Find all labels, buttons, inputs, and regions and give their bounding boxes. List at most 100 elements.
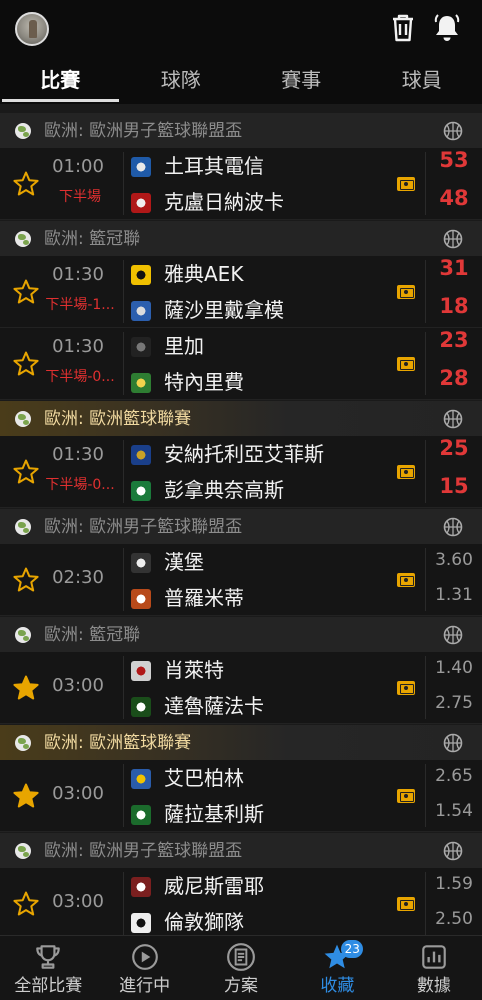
match-row[interactable]: 01:30 下半場-0... 安納托利亞艾菲斯 彭拿典奈高斯 25 15 bbox=[0, 436, 482, 508]
away-odd[interactable]: 1.31 bbox=[426, 585, 482, 605]
match-time: 01:30 bbox=[52, 336, 104, 357]
league-header[interactable]: 歐洲: 歐洲籃球聯賽 bbox=[0, 400, 482, 436]
league-header[interactable]: 歐洲: 歐洲男子籃球聯盟盃 bbox=[0, 112, 482, 148]
star-outline-icon[interactable] bbox=[12, 566, 40, 594]
star-outline-icon[interactable] bbox=[12, 458, 40, 486]
league-header[interactable]: 歐洲: 籃冠聯 bbox=[0, 220, 482, 256]
star-filled-icon[interactable] bbox=[12, 782, 40, 810]
league-name: 歐洲: 籃冠聯 bbox=[44, 625, 141, 645]
live-stream-icon[interactable] bbox=[397, 285, 415, 299]
away-odd[interactable]: 1.54 bbox=[426, 801, 482, 821]
bar-chart-icon bbox=[422, 945, 446, 969]
tab-0[interactable]: 比賽 bbox=[0, 56, 121, 104]
home-team-logo bbox=[131, 337, 151, 357]
home-team-name[interactable]: 里加 bbox=[164, 330, 204, 359]
divider bbox=[123, 440, 124, 503]
live-stream-icon[interactable] bbox=[397, 357, 415, 371]
home-team-name[interactable]: 安納托利亞艾菲斯 bbox=[164, 438, 324, 467]
match-status: 下半場-1... bbox=[45, 297, 115, 313]
home-team-name[interactable]: 肖萊特 bbox=[164, 654, 224, 683]
league-name: 歐洲: 歐洲男子籃球聯盟盃 bbox=[44, 121, 243, 141]
away-odd[interactable]: 2.75 bbox=[426, 693, 482, 713]
home-team-name[interactable]: 土耳其電信 bbox=[164, 150, 264, 179]
away-team-name[interactable]: 普羅米蒂 bbox=[164, 582, 244, 611]
home-score: 31 bbox=[439, 256, 469, 280]
match-time: 01:30 bbox=[52, 444, 104, 465]
star-outline-icon[interactable] bbox=[12, 350, 40, 378]
live-stream-icon[interactable] bbox=[397, 681, 415, 695]
league-header[interactable]: 歐洲: 籃冠聯 bbox=[0, 616, 482, 652]
nav-item-3[interactable]: 23 收藏 bbox=[289, 936, 385, 1000]
match-status: 下半場-0... bbox=[45, 369, 115, 385]
league-header[interactable]: 歐洲: 歐洲男子籃球聯盟盃 bbox=[0, 832, 482, 868]
live-stream-icon[interactable] bbox=[397, 573, 415, 587]
away-team-name[interactable]: 彭拿典奈高斯 bbox=[164, 474, 284, 503]
nav-item-0[interactable]: 全部比賽 bbox=[0, 936, 96, 1000]
bottom-nav: 全部比賽 進行中 方案 23 收藏 數據 bbox=[0, 935, 482, 1000]
trash-icon[interactable] bbox=[390, 14, 416, 42]
live-stream-icon[interactable] bbox=[397, 789, 415, 803]
tab-1[interactable]: 球隊 bbox=[121, 56, 242, 104]
nav-item-2[interactable]: 方案 bbox=[193, 936, 289, 1000]
match-time: 02:30 bbox=[52, 567, 104, 588]
match-time: 03:00 bbox=[52, 891, 104, 912]
nav-item-4[interactable]: 數據 bbox=[386, 936, 482, 1000]
match-time: 01:30 bbox=[52, 264, 104, 285]
league-header[interactable]: 歐洲: 歐洲男子籃球聯盟盃 bbox=[0, 508, 482, 544]
star-outline-icon[interactable] bbox=[12, 170, 40, 198]
home-odd[interactable]: 1.40 bbox=[426, 658, 482, 678]
user-avatar[interactable] bbox=[15, 12, 49, 46]
divider bbox=[0, 104, 482, 112]
home-odd[interactable]: 2.65 bbox=[426, 766, 482, 786]
nav-label: 進行中 bbox=[119, 976, 171, 996]
away-score: 18 bbox=[439, 294, 469, 318]
match-row[interactable]: 01:30 下半場-0... 里加 特內里費 23 28 bbox=[0, 328, 482, 400]
match-row[interactable]: 01:00 下半場 土耳其電信 克盧日納波卡 53 48 bbox=[0, 148, 482, 220]
nav-label: 全部比賽 bbox=[14, 976, 83, 996]
home-team-name[interactable]: 威尼斯雷耶 bbox=[164, 870, 264, 899]
home-team-name[interactable]: 漢堡 bbox=[164, 546, 204, 575]
away-odd[interactable]: 2.50 bbox=[426, 909, 482, 929]
live-stream-icon[interactable] bbox=[397, 465, 415, 479]
home-odd[interactable]: 3.60 bbox=[426, 550, 482, 570]
divider bbox=[123, 332, 124, 395]
live-stream-icon[interactable] bbox=[397, 897, 415, 911]
basketball-icon bbox=[443, 841, 463, 861]
home-team-name[interactable]: 艾巴柏林 bbox=[164, 762, 244, 791]
away-team-name[interactable]: 特內里費 bbox=[164, 366, 244, 395]
home-team-logo bbox=[131, 769, 151, 789]
away-team-name[interactable]: 達魯薩法卡 bbox=[164, 690, 264, 719]
league-header[interactable]: 歐洲: 歐洲籃球聯賽 bbox=[0, 724, 482, 760]
match-row[interactable]: 03:00 艾巴柏林 薩拉基利斯 2.65 1.54 bbox=[0, 760, 482, 832]
divider bbox=[123, 872, 124, 935]
basketball-icon bbox=[443, 733, 463, 753]
divider bbox=[123, 548, 124, 611]
home-team-logo bbox=[131, 445, 151, 465]
home-odd[interactable]: 1.59 bbox=[426, 874, 482, 894]
away-team-name[interactable]: 倫敦獅隊 bbox=[164, 906, 244, 935]
match-row[interactable]: 01:30 下半場-1... 雅典AEK 薩沙里戴拿模 31 18 bbox=[0, 256, 482, 328]
match-row[interactable]: 03:00 威尼斯雷耶倫敦獅隊 1.59 2.50 bbox=[0, 868, 482, 940]
basketball-icon bbox=[443, 409, 463, 429]
home-score: 25 bbox=[439, 436, 469, 460]
match-list: 歐洲: 歐洲男子籃球聯盟盃 01:00 下半場 土耳其電信 克盧日納波卡 53 48 歐洲: … bbox=[0, 112, 482, 940]
star-filled-icon[interactable] bbox=[12, 674, 40, 702]
match-status: 下半場-0... bbox=[45, 477, 115, 493]
nav-item-1[interactable]: 進行中 bbox=[96, 936, 192, 1000]
home-team-name[interactable]: 雅典AEK bbox=[164, 258, 243, 287]
bell-icon[interactable] bbox=[433, 13, 461, 43]
match-status: 下半場 bbox=[59, 189, 101, 205]
divider bbox=[123, 764, 124, 827]
star-outline-icon[interactable] bbox=[12, 278, 40, 306]
match-row[interactable]: 02:30 漢堡普羅米蒂 3.60 1.31 bbox=[0, 544, 482, 616]
live-stream-icon[interactable] bbox=[397, 177, 415, 191]
away-team-name[interactable]: 克盧日納波卡 bbox=[164, 186, 284, 215]
tab-3[interactable]: 球員 bbox=[362, 56, 482, 104]
away-score: 28 bbox=[439, 366, 469, 390]
away-team-name[interactable]: 薩拉基利斯 bbox=[164, 798, 264, 827]
nav-label: 方案 bbox=[224, 976, 259, 996]
tab-2[interactable]: 賽事 bbox=[241, 56, 362, 104]
match-row[interactable]: 03:00 肖萊特 達魯薩法卡 1.40 2.75 bbox=[0, 652, 482, 724]
star-outline-icon[interactable] bbox=[12, 890, 40, 918]
away-team-name[interactable]: 薩沙里戴拿模 bbox=[164, 294, 284, 323]
